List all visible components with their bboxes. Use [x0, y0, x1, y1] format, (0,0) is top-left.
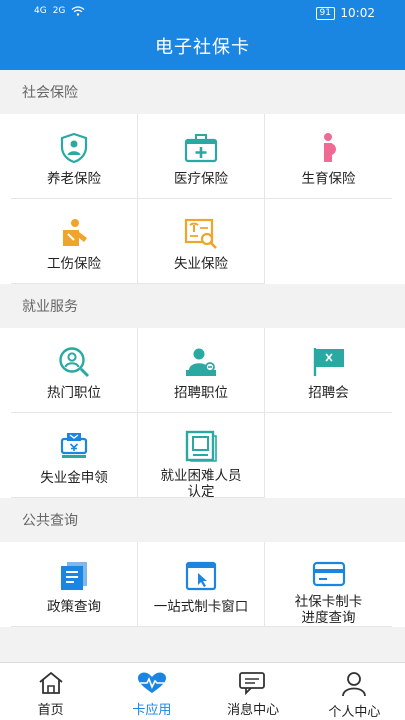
card-icon	[311, 559, 347, 588]
grid-public-query: 政策查询 一站式制卡窗口 社保卡制卡 进度查询	[0, 542, 405, 627]
bottom-tab-bar: 首页 卡应用 消息中心 个人中心	[0, 662, 405, 720]
chat-icon	[239, 672, 266, 695]
tab-home-label: 首页	[37, 703, 64, 718]
signal-indicators: 4G 2G	[34, 6, 85, 16]
window-cursor-icon	[183, 559, 219, 593]
grid-social-insurance: 养老保险 医疗保险 生育保险 工伤保险 失业保险	[0, 114, 405, 284]
home-icon	[39, 671, 63, 694]
tab-profile[interactable]: 个人中心	[304, 663, 405, 720]
shield-person-icon	[56, 131, 92, 165]
grid-employment: 热门职位 招聘职位 招聘会 失业金申领 就业困难人员 认定	[0, 328, 405, 500]
user-icon	[342, 672, 367, 697]
section-header-social-insurance: 社会保险	[0, 70, 405, 114]
tab-profile-label: 个人中心	[328, 705, 381, 720]
card-progress-query-item[interactable]: 社保卡制卡 进度查询	[265, 542, 392, 627]
tab-card-apps-label: 卡应用	[132, 703, 172, 718]
one-stop-card-window-item[interactable]: 一站式制卡窗口	[138, 542, 265, 627]
battery-indicator: 91	[315, 7, 335, 20]
work-injury-insurance-item[interactable]: 工伤保险	[11, 199, 138, 284]
unemployment-insurance-item[interactable]: 失业保险	[138, 199, 265, 284]
maternity-insurance-item[interactable]: 生育保险	[265, 114, 392, 199]
section-header-public-query: 公共查询	[0, 498, 405, 542]
status-bar: 4G 2G 91 10:02	[0, 0, 405, 26]
medical-insurance-item[interactable]: 医疗保险	[138, 114, 265, 199]
injury-icon	[56, 216, 92, 250]
signal-2: 2G	[52, 6, 66, 16]
pregnant-icon	[311, 131, 347, 165]
policy-query-item[interactable]: 政策查询	[11, 542, 138, 627]
page-title: 电子社保卡	[0, 26, 405, 70]
employment-difficulty-certification-item[interactable]: 就业困难人员 认定	[138, 413, 265, 500]
wifi-icon	[71, 6, 85, 16]
job-fair-item[interactable]: 招聘会	[265, 328, 392, 413]
recruiter-icon	[183, 345, 219, 379]
hot-jobs-item[interactable]: 热门职位	[11, 328, 138, 413]
unemployment-benefit-claim-item[interactable]: 失业金申领	[11, 413, 138, 498]
main-content: 社会保险 养老保险 医疗保险 生育保险 工伤保险 失业保险 就业服务 热门职位 …	[0, 70, 405, 662]
tab-card-apps[interactable]: 卡应用	[101, 663, 202, 720]
recruitment-jobs-item[interactable]: 招聘职位	[138, 328, 265, 413]
empty-cell	[265, 413, 392, 498]
tab-messages-label: 消息中心	[227, 703, 280, 718]
empty-cell	[265, 199, 392, 284]
unemployment-doc-icon	[183, 216, 219, 250]
section-header-employment: 就业服务	[0, 284, 405, 328]
document-stack-icon	[183, 430, 219, 462]
tab-home[interactable]: 首页	[0, 663, 101, 720]
policy-doc-icon	[56, 559, 92, 593]
pension-insurance-item[interactable]: 养老保险	[11, 114, 138, 199]
benefit-stamp-icon	[56, 430, 92, 464]
signal-1: 4G	[34, 6, 47, 16]
heart-pulse-icon	[137, 672, 166, 693]
medical-kit-icon	[183, 131, 219, 165]
clock: 10:02	[340, 6, 375, 20]
flag-icon	[311, 345, 347, 379]
tab-messages[interactable]: 消息中心	[203, 663, 304, 720]
person-search-icon	[56, 345, 92, 379]
